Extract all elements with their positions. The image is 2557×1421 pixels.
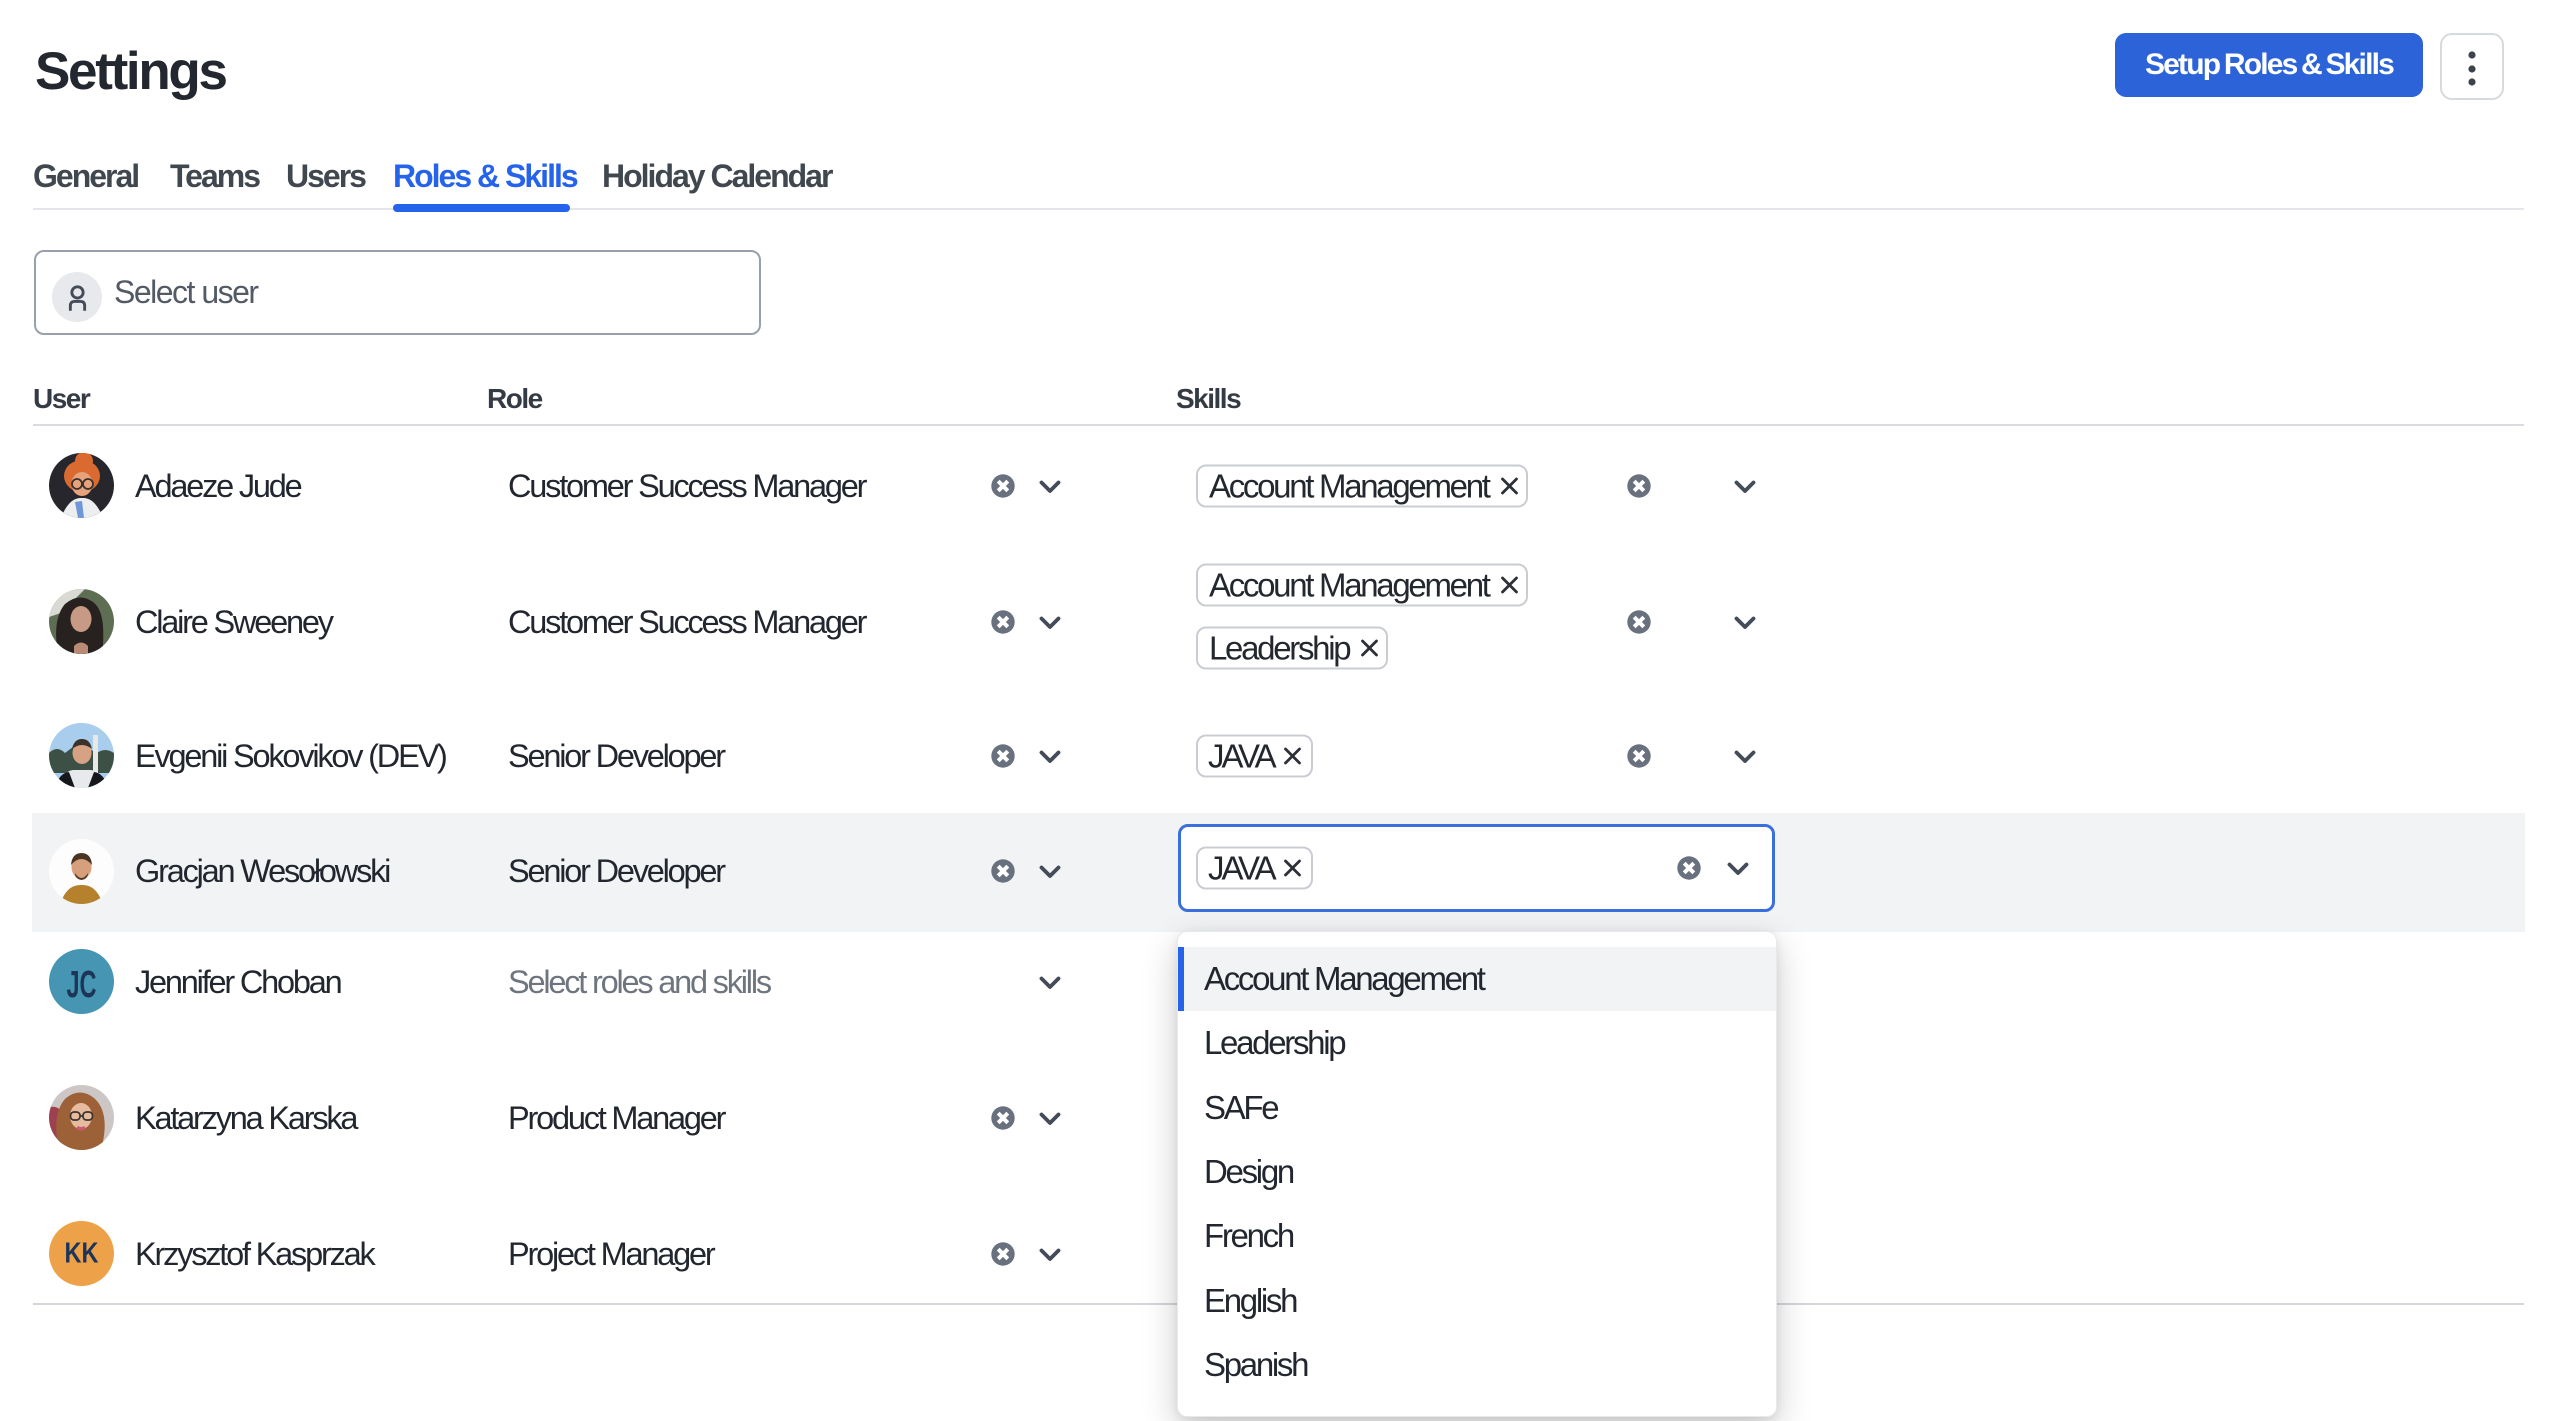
svg-text:KK: KK <box>65 1238 99 1270</box>
svg-text:JC: JC <box>67 964 97 1006</box>
